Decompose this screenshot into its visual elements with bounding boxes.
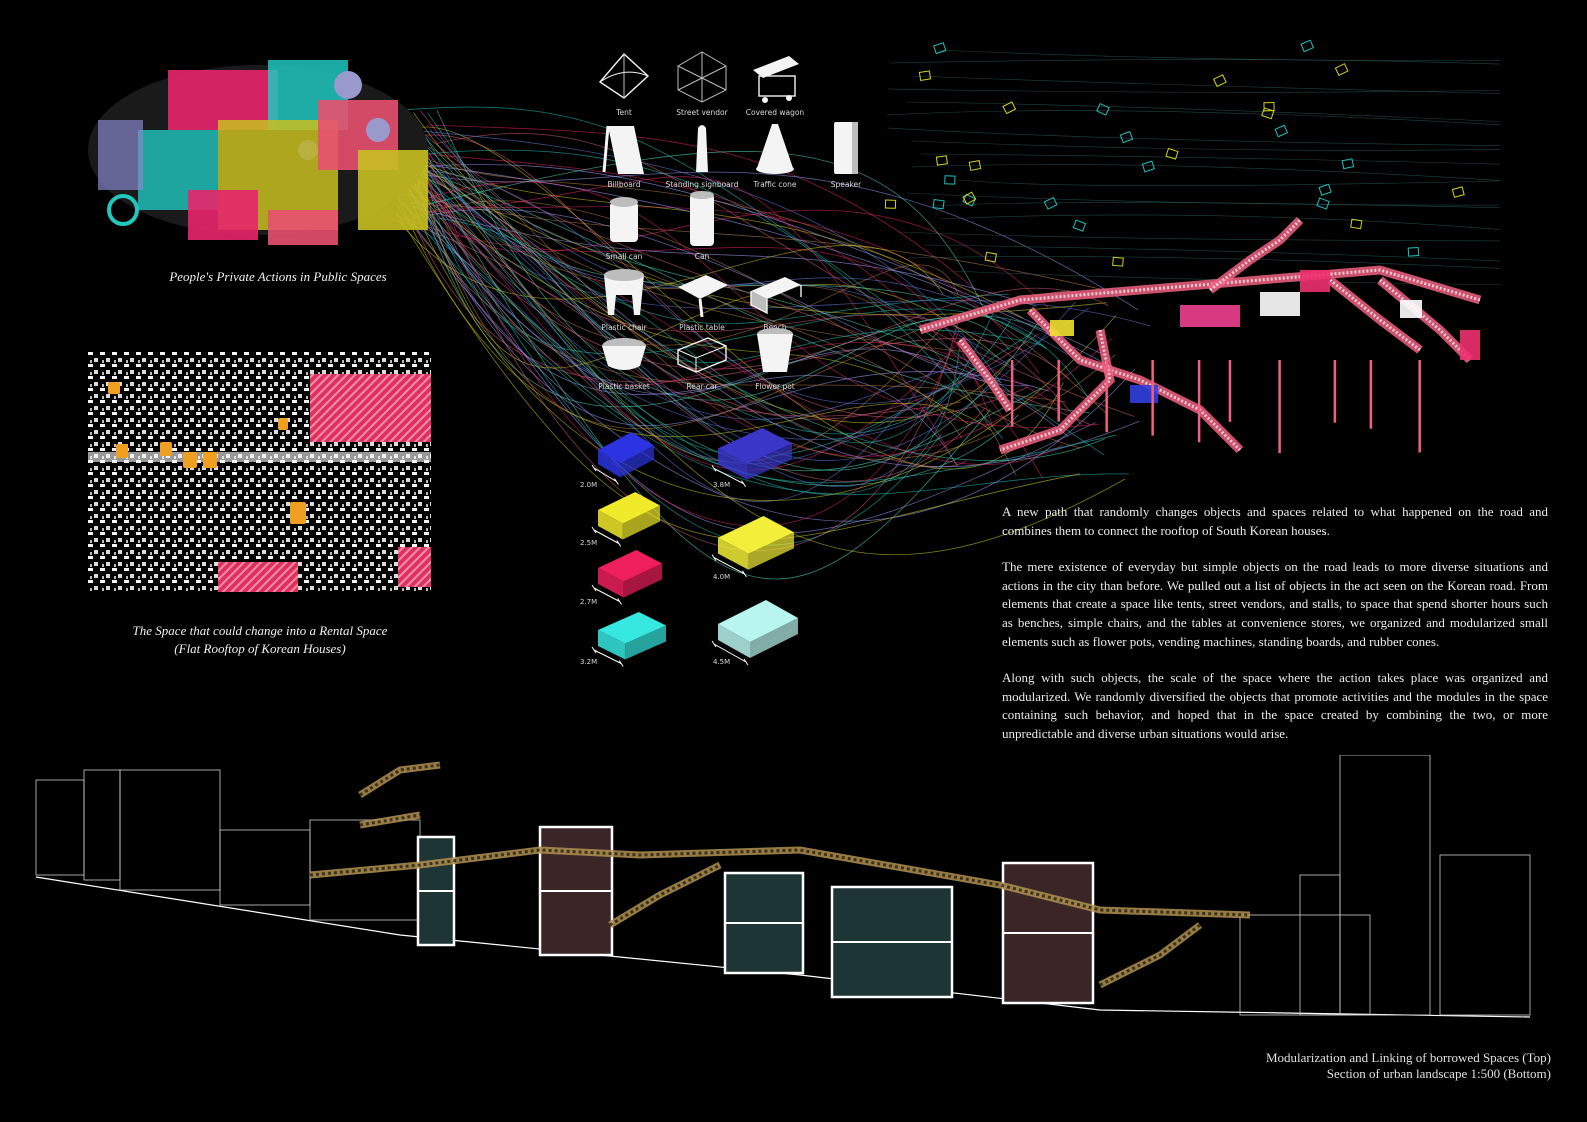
module-block xyxy=(591,612,666,667)
object-label: Flower pot xyxy=(755,382,795,391)
section-caption-line2: Section of urban landscape 1:500 (Bottom… xyxy=(1326,1066,1551,1081)
object-label: Can xyxy=(694,252,710,261)
object-label: Billboard xyxy=(607,180,641,189)
module-size-label: 4.5M xyxy=(713,658,731,666)
people-collage-image xyxy=(88,60,428,245)
rooftop-caption-line2: (Flat Rooftop of Korean Houses) xyxy=(174,641,346,656)
bench-icon xyxy=(750,277,802,315)
rooftop-photo-image xyxy=(88,352,431,592)
section-caption: Modularization and Linking of borrowed S… xyxy=(1266,1050,1551,1082)
can-icon xyxy=(690,191,714,246)
plastic-basket-icon xyxy=(602,338,646,370)
speaker-icon xyxy=(834,122,858,174)
rooftop-caption: The Space that could change into a Renta… xyxy=(105,622,415,658)
people-caption: People's Private Actions in Public Space… xyxy=(169,269,387,284)
object-label: Plastic basket xyxy=(598,382,650,391)
covered-wagon-icon xyxy=(753,56,799,103)
description-text: A new path that randomly changes objects… xyxy=(1002,503,1548,762)
module-size-label: 3.8M xyxy=(713,481,731,489)
section-caption-line1: Modularization and Linking of borrowed S… xyxy=(1265,1050,1551,1065)
module-size-label: 4.0M xyxy=(713,573,731,581)
plastic-chair-icon xyxy=(604,269,644,315)
description-paragraph-3: Along with such objects, the scale of th… xyxy=(1002,670,1548,741)
flower-pot-icon xyxy=(757,328,793,372)
object-label: Speaker xyxy=(830,180,862,189)
urban-section-drawing xyxy=(35,755,1531,1018)
object-label: Covered wagon xyxy=(745,108,805,117)
module-size-label: 3.2M xyxy=(580,658,598,666)
standing-signboard-icon xyxy=(696,125,708,172)
description-paragraph-1: A new path that randomly changes objects… xyxy=(1002,504,1548,538)
billboard-icon xyxy=(602,125,644,174)
rooftop-caption-line1: The Space that could change into a Renta… xyxy=(132,623,388,638)
description-paragraph-2: The mere existence of everyday but simpl… xyxy=(1002,559,1548,649)
tent-icon xyxy=(598,52,650,99)
traffic-cone-icon xyxy=(756,124,794,174)
small-can-icon xyxy=(610,197,638,242)
street-vendor-icon xyxy=(677,51,727,103)
rear-car-icon xyxy=(677,337,727,373)
plastic-table-icon xyxy=(678,275,728,318)
object-label: Small can xyxy=(605,252,643,261)
rooftop-path-network-image xyxy=(884,39,1501,455)
object-label: Tent xyxy=(616,108,632,117)
